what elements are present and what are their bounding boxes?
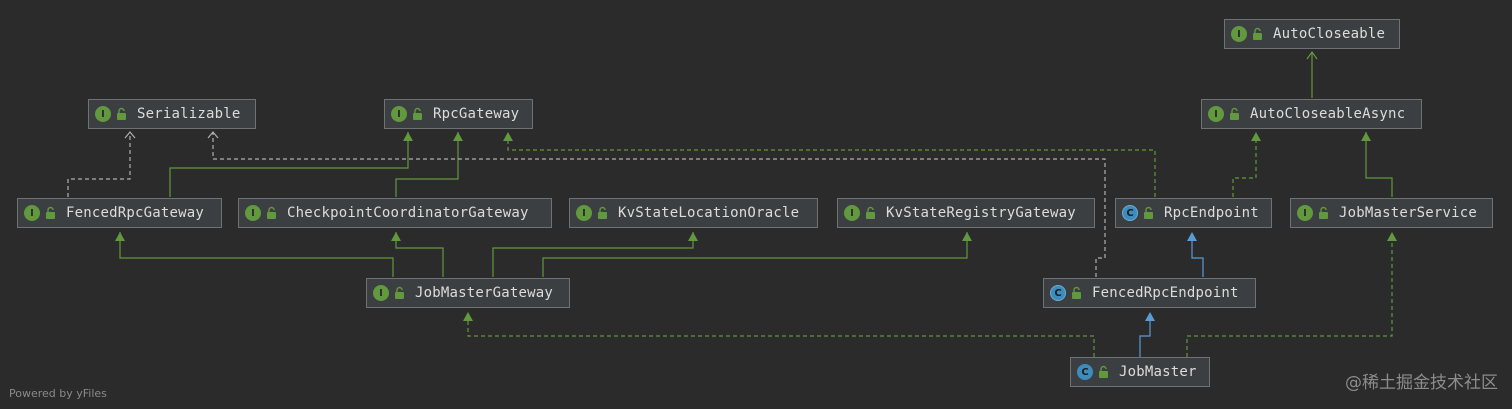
unlocked-public-icon [1230,107,1239,120]
arrowhead-checkpointcoordinatorgateway [391,232,401,241]
node-fencedrpcgateway[interactable]: I FencedRpcGateway [17,198,222,228]
node-label: Serializable [137,106,241,122]
arrowhead-jobmasterservice [1387,232,1397,241]
node-autocloseableasync[interactable]: I AutoCloseableAsync [1201,99,1422,129]
powered-by-footer: Powered by yFiles [9,387,107,400]
arrowhead-autocloseableasync-2 [1361,132,1371,141]
node-label: AutoCloseableAsync [1250,106,1406,122]
unlocked-public-icon [1072,286,1081,299]
edge-rpcendpoint-rpcgateway [507,134,1156,197]
arrowhead-rpcendpoint [1187,232,1197,241]
node-label: JobMaster [1119,364,1197,380]
interface-icon: I [844,205,860,221]
node-label: FencedRpcGateway [66,205,205,221]
edge-fencedrpcgateway-rpcgateway [169,132,409,197]
unlocked-public-icon [46,206,55,219]
node-label: FencedRpcEndpoint [1092,285,1239,301]
edge-rpcendpoint-autocloseableasync [1232,134,1257,197]
edge-fencedrpcgateway-serializable [67,132,131,197]
arrowhead-jobmastergateway [463,312,473,321]
interface-icon: I [24,205,40,221]
interface-icon: I [373,285,389,301]
unlocked-public-icon [1253,27,1262,40]
unlocked-public-icon [1144,206,1153,219]
arrowhead-rpcgateway-3 [503,132,513,141]
arrowhead-kvstateregistrygateway [962,232,972,241]
unlocked-public-icon [598,206,607,219]
unlocked-public-icon [1099,365,1108,378]
edge-jobmastergateway-kvstateregistrygateway [542,232,968,277]
interface-icon: I [1297,205,1313,221]
class-icon: C [1077,364,1093,380]
node-jobmaster[interactable]: C JobMaster [1070,357,1210,387]
node-label: RpcEndpoint [1164,205,1259,221]
node-checkpointcoordinatorgateway[interactable]: I CheckpointCoordinatorGateway [238,198,552,228]
node-kvstatelocationoracle[interactable]: I KvStateLocationOracle [569,198,818,228]
interface-icon: I [576,205,592,221]
edge-jobmaster-jobmastergateway [467,314,1095,357]
node-label: KvStateLocationOracle [618,205,800,221]
node-kvstateregistrygateway[interactable]: I KvStateRegistryGateway [837,198,1095,228]
node-label: CheckpointCoordinatorGateway [287,205,529,221]
unlocked-public-icon [117,107,126,120]
edge-jobmastergateway-fencedrpcgateway [119,232,394,277]
node-fencedrpcendpoint[interactable]: C FencedRpcEndpoint [1043,278,1256,308]
arrowhead-autocloseableasync-1 [1251,132,1261,141]
node-jobmastergateway[interactable]: I JobMasterGateway [366,278,570,308]
node-label: AutoCloseable [1273,26,1386,42]
interface-icon: I [1231,26,1247,42]
unlocked-public-icon [267,206,276,219]
node-label: RpcGateway [433,106,520,122]
arrowhead-kvstatelocationoracle [688,232,698,241]
edge-checkpointcoordinatorgateway-rpcgateway [395,132,459,197]
arrowhead-fencedrpcgateway [115,232,125,241]
arrowhead-rpcgateway-1 [403,132,413,141]
class-icon: C [1122,205,1138,221]
node-jobmasterservice[interactable]: I JobMasterService [1290,198,1493,228]
unlocked-public-icon [395,286,404,299]
unlocked-public-icon [866,206,875,219]
arrowhead-fencedrpcendpoint [1145,312,1155,321]
arrowhead-rpcgateway-2 [453,132,463,141]
interface-icon: I [245,205,261,221]
node-autocloseable[interactable]: I AutoCloseable [1224,19,1400,49]
node-rpcendpoint[interactable]: C RpcEndpoint [1115,198,1272,228]
interface-icon: I [1208,106,1224,122]
node-serializable[interactable]: I Serializable [88,99,256,129]
interface-icon: I [391,106,407,122]
watermark: @稀土掘金技术社区 [1345,373,1498,393]
edge-jobmastergateway-checkpointcoordinatorgateway [395,232,444,277]
unlocked-public-icon [1319,206,1328,219]
class-icon: C [1050,285,1066,301]
node-label: JobMasterGateway [415,285,554,301]
edge-jobmasterservice-autocloseableasync [1365,132,1393,197]
unlocked-public-icon [413,107,422,120]
node-rpcgateway[interactable]: I RpcGateway [384,99,533,129]
node-label: JobMasterService [1339,205,1478,221]
node-label: KvStateRegistryGateway [886,205,1076,221]
interface-icon: I [95,106,111,122]
edge-jobmastergateway-kvstatelocationoracle [492,232,694,277]
